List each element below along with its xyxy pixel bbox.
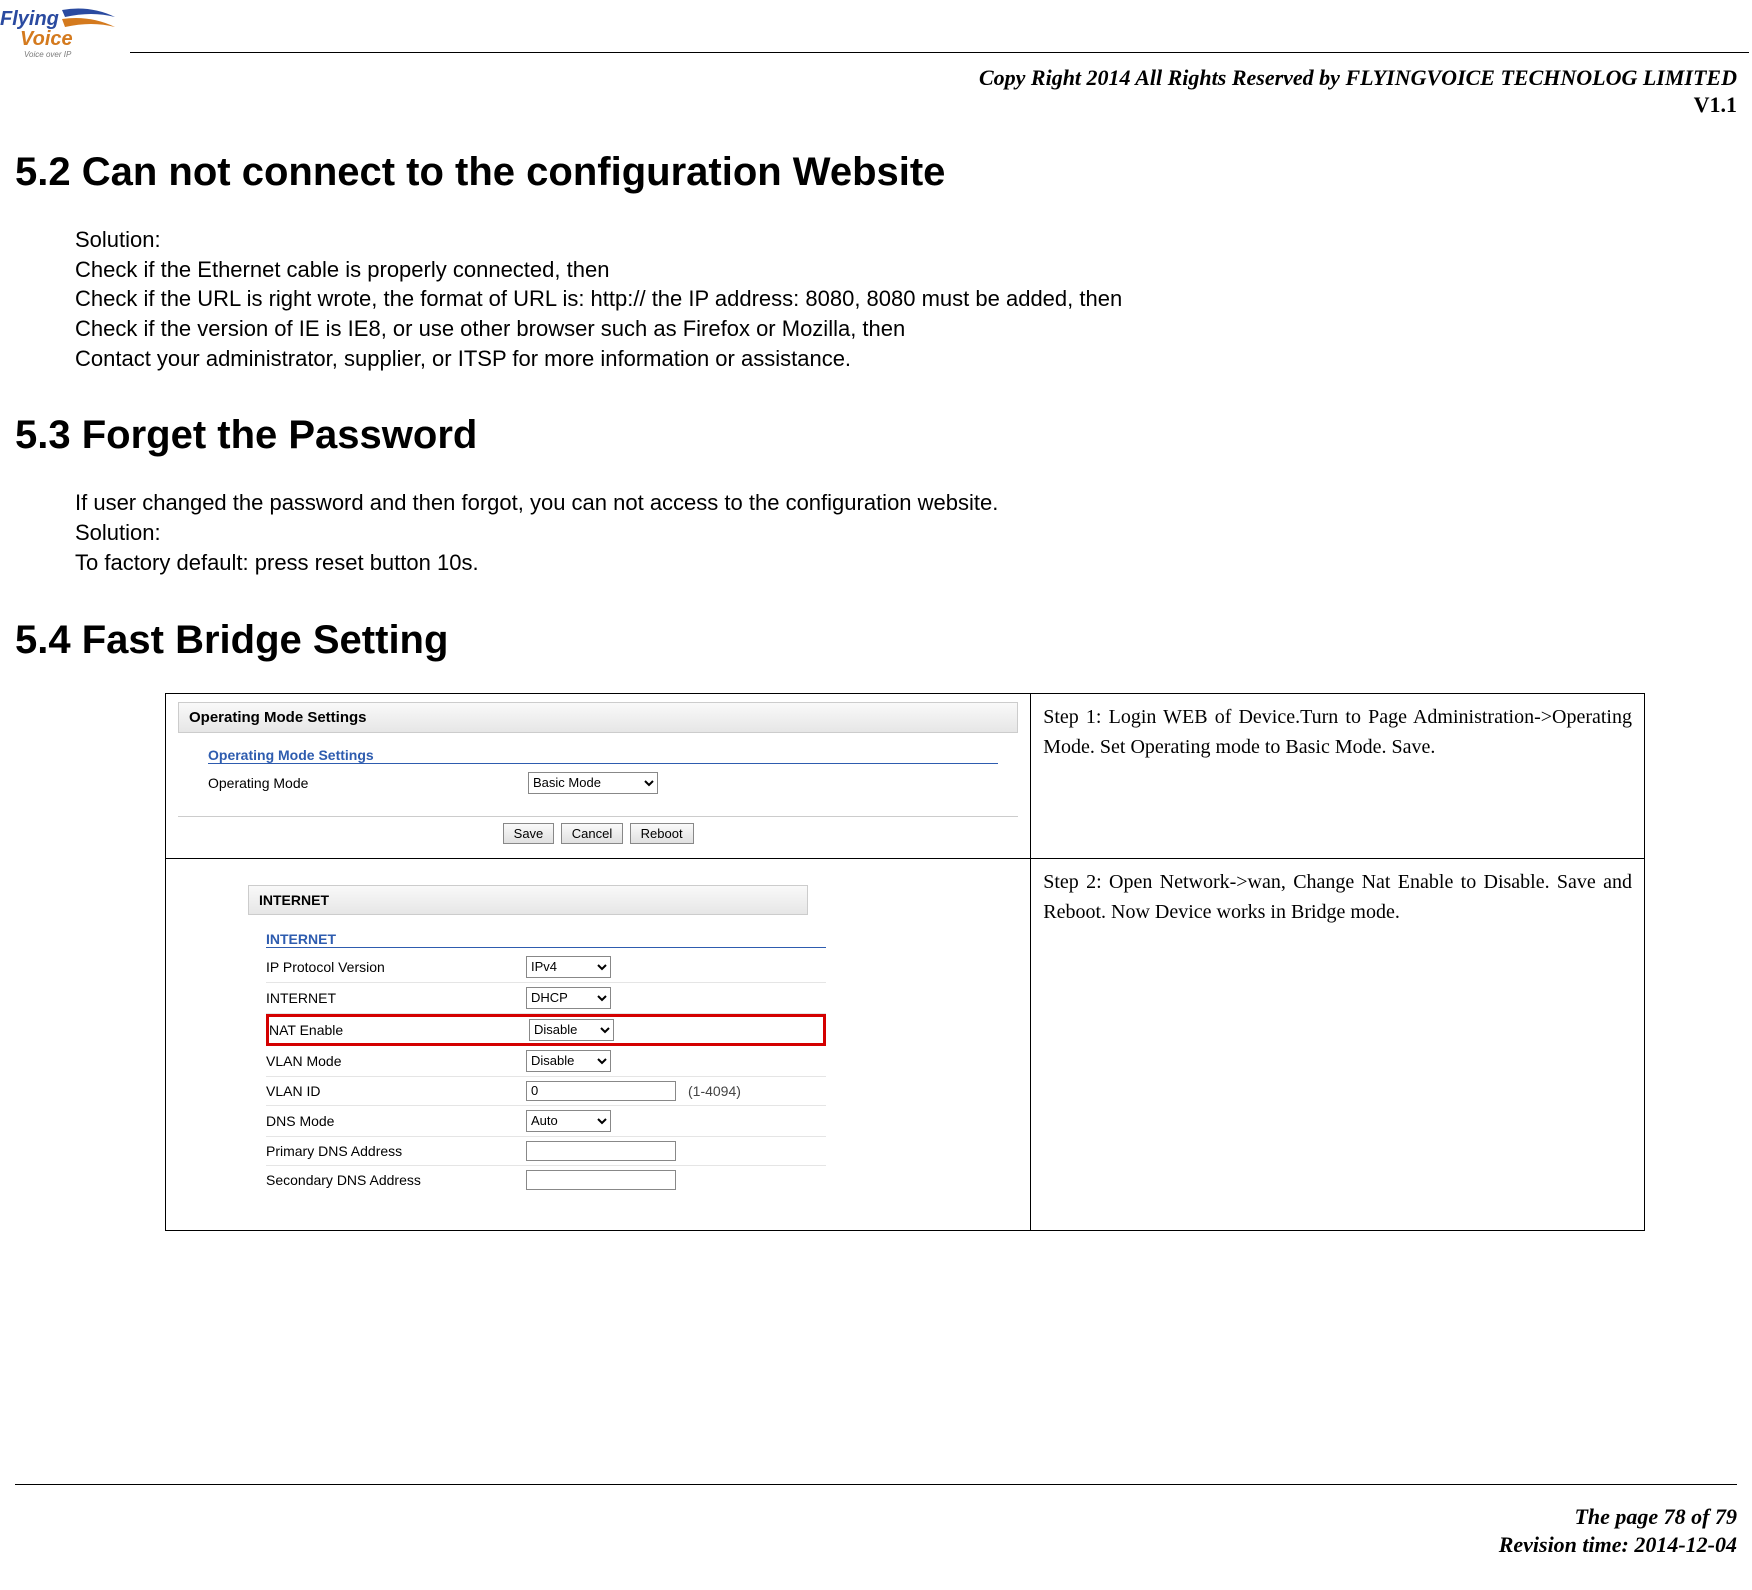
operating-mode-label: Operating Mode <box>208 775 528 791</box>
save-button[interactable]: Save <box>503 823 555 844</box>
secondary-dns-input[interactable] <box>526 1170 676 1190</box>
svg-text:Voice over IP: Voice over IP <box>24 50 72 59</box>
logo: Flying Voice Voice over IP <box>0 5 120 65</box>
page-footer: The page 78 of 79 Revision time: 2014-12… <box>1499 1503 1737 1560</box>
primary-dns-label: Primary DNS Address <box>266 1143 526 1159</box>
primary-dns-input[interactable] <box>526 1141 676 1161</box>
text-line: Check if the URL is right wrote, the for… <box>75 284 1737 314</box>
heading-5-3: 5.3 Forget the Password <box>15 413 1737 458</box>
panel-title: INTERNET <box>248 885 808 915</box>
ip-proto-select[interactable]: IPv4 <box>526 956 611 978</box>
operating-mode-screenshot: Operating Mode Settings Operating Mode S… <box>178 702 1018 850</box>
section-5-2-body: Solution: Check if the Ethernet cable is… <box>75 225 1737 373</box>
nat-enable-select[interactable]: Disable <box>529 1019 614 1041</box>
screenshot-cell-2: INTERNET INTERNET IP Protocol Version IP… <box>166 858 1031 1230</box>
internet-screenshot: INTERNET INTERNET IP Protocol Version IP… <box>178 867 1018 1222</box>
svg-text:Flying: Flying <box>0 8 59 30</box>
header-copyright: Copy Right 2014 All Rights Reserved by F… <box>979 65 1737 91</box>
fast-bridge-table: Operating Mode Settings Operating Mode S… <box>165 693 1645 1231</box>
text-line: Contact your administrator, supplier, or… <box>75 344 1737 374</box>
text-line: Check if the Ethernet cable is properly … <box>75 255 1737 285</box>
panel-title: Operating Mode Settings <box>178 702 1018 733</box>
text-line: Check if the version of IE is IE8, or us… <box>75 314 1737 344</box>
header-rule <box>130 52 1749 53</box>
svg-text:Voice: Voice <box>20 28 73 50</box>
internet-select[interactable]: DHCP <box>526 987 611 1009</box>
text-line: Solution: <box>75 518 1737 548</box>
step-1-text: Step 1: Login WEB of Device.Turn to Page… <box>1031 693 1645 858</box>
screenshot-cell-1: Operating Mode Settings Operating Mode S… <box>166 693 1031 858</box>
cancel-button[interactable]: Cancel <box>561 823 623 844</box>
vlan-id-label: VLAN ID <box>266 1083 526 1099</box>
revision-time: Revision time: 2014-12-04 <box>1499 1531 1737 1560</box>
page-content: 5.2 Can not connect to the configuration… <box>15 140 1737 1231</box>
vlan-id-hint: (1-4094) <box>688 1083 741 1099</box>
operating-mode-select[interactable]: Basic Mode <box>528 772 658 794</box>
page-number: The page 78 of 79 <box>1499 1503 1737 1532</box>
text-line: To factory default: press reset button 1… <box>75 548 1737 578</box>
section-5-3-body: If user changed the password and then fo… <box>75 488 1737 577</box>
step-2-text: Step 2: Open Network->wan, Change Nat En… <box>1031 858 1645 1230</box>
heading-5-2: 5.2 Can not connect to the configuration… <box>15 150 1737 195</box>
heading-5-4: 5.4 Fast Bridge Setting <box>15 618 1737 663</box>
panel-legend: Operating Mode Settings <box>208 747 998 764</box>
ip-proto-label: IP Protocol Version <box>266 959 526 975</box>
nat-enable-label: NAT Enable <box>269 1022 529 1038</box>
text-line: Solution: <box>75 225 1737 255</box>
secondary-dns-label: Secondary DNS Address <box>266 1172 526 1188</box>
text-line: If user changed the password and then fo… <box>75 488 1737 518</box>
dns-mode-label: DNS Mode <box>266 1113 526 1129</box>
vlan-mode-select[interactable]: Disable <box>526 1050 611 1072</box>
dns-mode-select[interactable]: Auto <box>526 1110 611 1132</box>
vlan-mode-label: VLAN Mode <box>266 1053 526 1069</box>
panel-legend: INTERNET <box>266 931 826 948</box>
internet-label: INTERNET <box>266 990 526 1006</box>
reboot-button[interactable]: Reboot <box>630 823 694 844</box>
footer-rule <box>15 1484 1737 1485</box>
header-version: V1.1 <box>1694 92 1737 118</box>
vlan-id-input[interactable] <box>526 1081 676 1101</box>
